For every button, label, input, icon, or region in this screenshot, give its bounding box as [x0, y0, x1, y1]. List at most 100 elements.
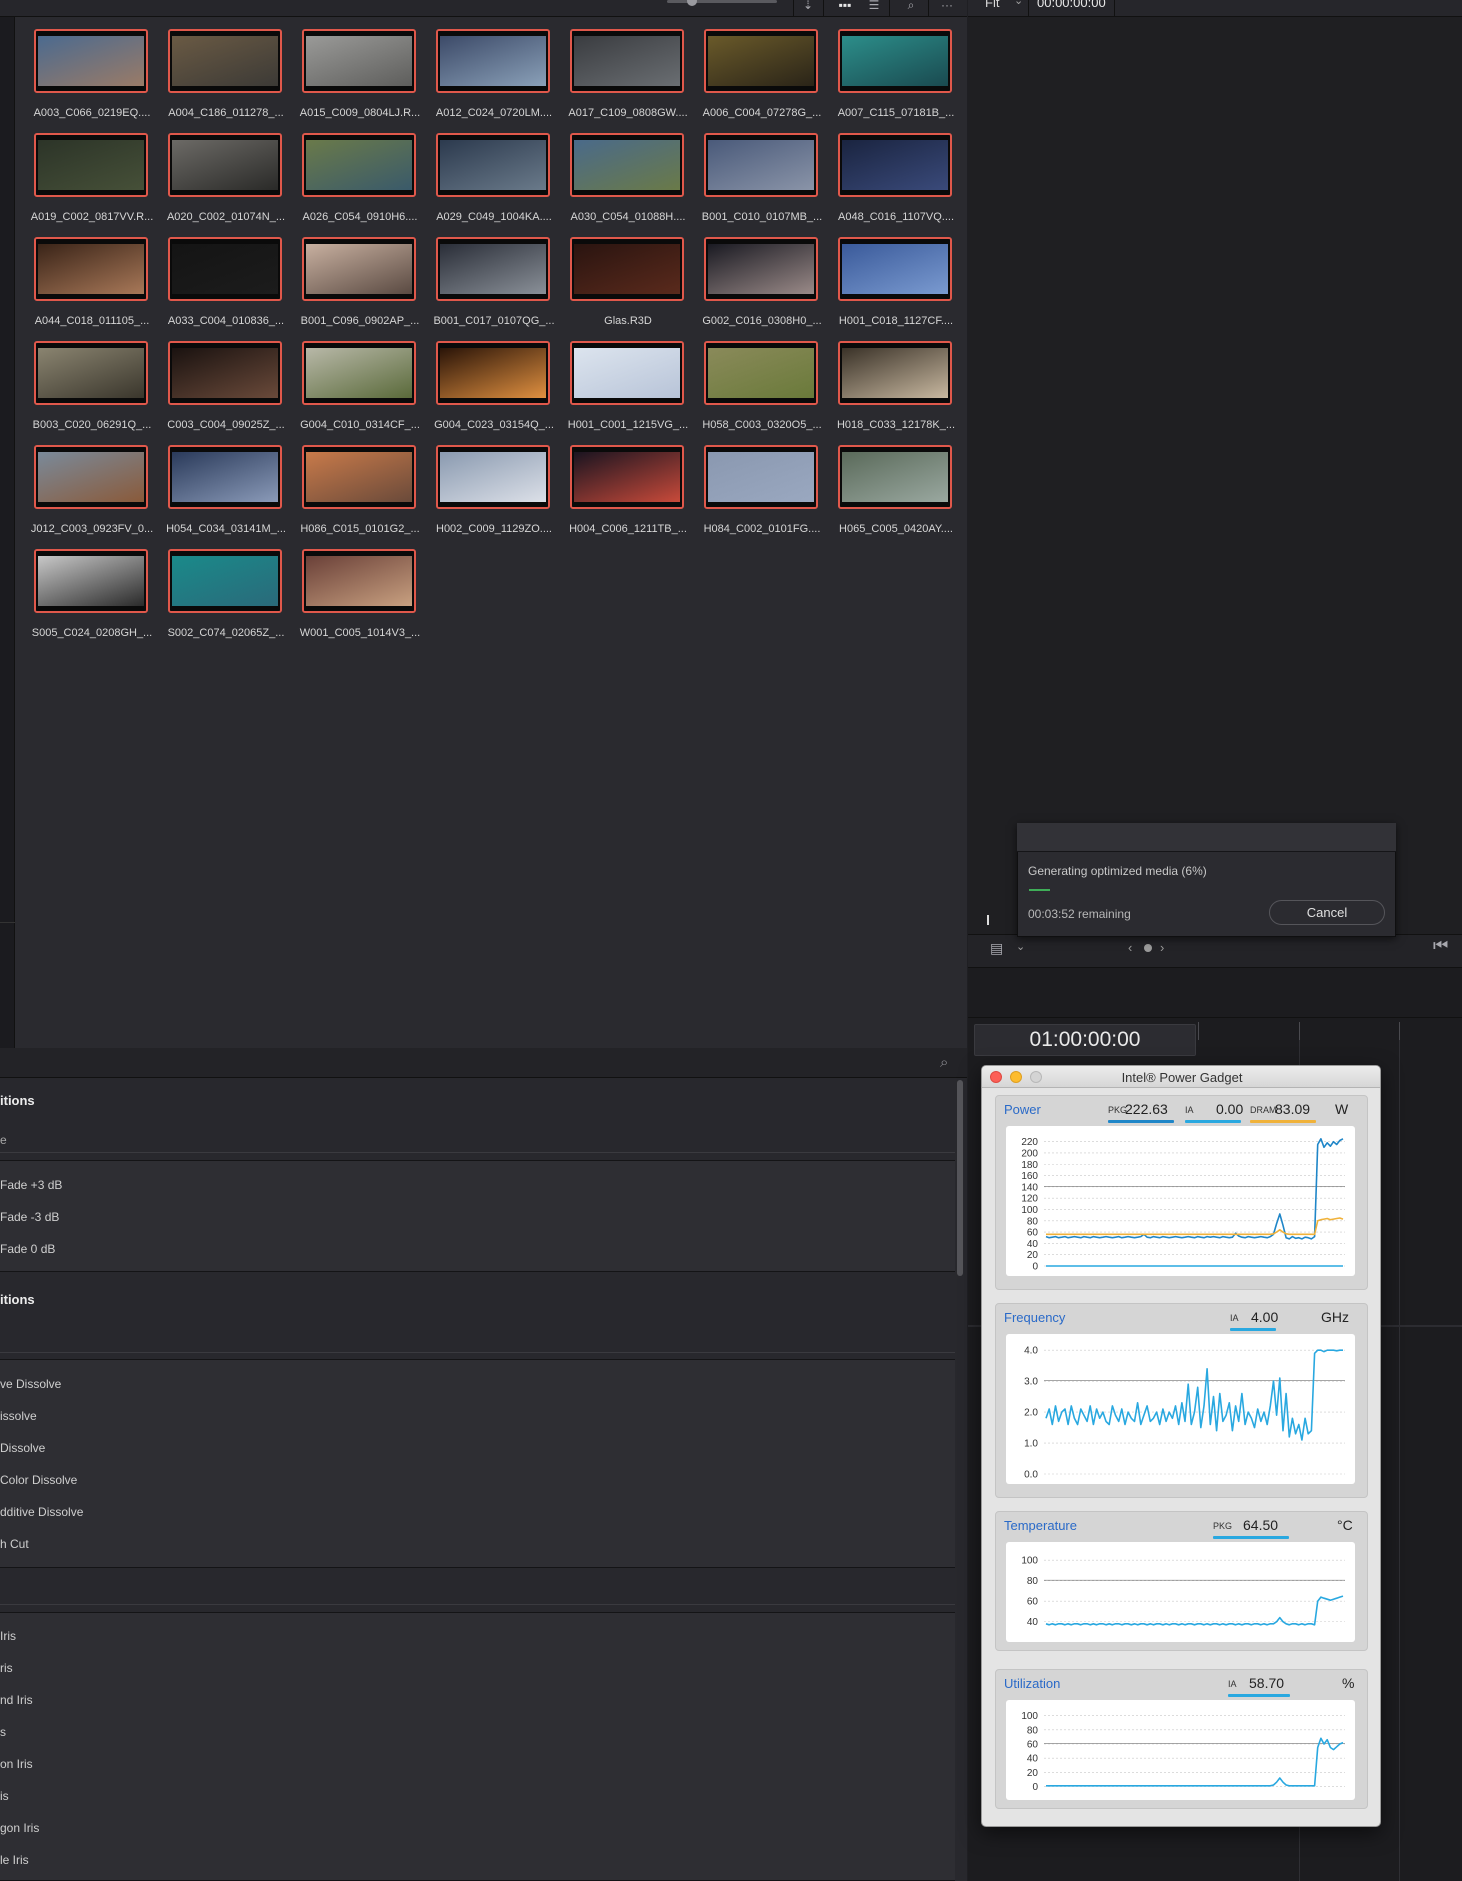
media-clip[interactable]: H084_C002_0101FG.... [687, 433, 821, 535]
clip-thumbnail[interactable] [704, 341, 818, 405]
effect-item[interactable]: ve Dissolve [0, 1377, 955, 1391]
go-to-start-icon[interactable]: ⏮ [1433, 936, 1448, 956]
media-clip[interactable]: Glas.R3D [553, 225, 687, 327]
clip-thumbnail[interactable] [34, 133, 148, 197]
media-clip[interactable]: H054_C034_03141M_... [151, 433, 286, 535]
clip-thumbnail[interactable] [704, 29, 818, 93]
timeline-timecode[interactable]: 01:00:00:00 [974, 1024, 1196, 1056]
media-clip[interactable]: A003_C066_0219EQ.... [17, 17, 151, 119]
dialog-titlebar[interactable] [1017, 823, 1396, 852]
media-clip[interactable]: A017_C109_0808GW.... [553, 17, 688, 119]
clip-thumbnail[interactable] [34, 237, 148, 301]
clip-thumbnail[interactable] [570, 29, 684, 93]
clip-thumbnail[interactable] [34, 549, 148, 613]
effects-scrollbar[interactable] [957, 1080, 963, 1276]
media-clip[interactable]: H004_C006_1211TB_... [553, 433, 687, 535]
effect-item[interactable]: dditive Dissolve [0, 1505, 955, 1519]
clip-thumbnail[interactable] [838, 341, 952, 405]
effect-item[interactable]: on Iris [0, 1757, 955, 1771]
media-clip[interactable]: A048_C016_1107VQ.... [821, 121, 955, 223]
media-clip[interactable]: C003_C004_09025Z_... [151, 329, 285, 431]
chevron-down-icon[interactable]: ⌄ [1014, 0, 1023, 7]
clip-thumbnail[interactable] [436, 133, 550, 197]
clip-thumbnail[interactable] [168, 133, 282, 197]
media-clip[interactable]: S002_C074_02065Z_... [151, 537, 285, 639]
media-clip[interactable]: B001_C017_0107QG_... [419, 225, 555, 327]
clip-thumbnail[interactable] [838, 133, 952, 197]
media-clip[interactable]: H086_C015_0101G2_... [285, 433, 420, 535]
clip-thumbnail[interactable] [302, 133, 416, 197]
media-clip[interactable]: A030_C054_01088H.... [553, 121, 687, 223]
clip-thumbnail[interactable] [570, 133, 684, 197]
media-clip[interactable]: H001_C018_1127CF.... [821, 225, 955, 327]
media-clip[interactable]: W001_C005_1014V3_... [285, 537, 420, 639]
clip-thumbnail[interactable] [704, 445, 818, 509]
effect-item[interactable]: s [0, 1725, 955, 1739]
media-clip[interactable]: H001_C001_1215VG_... [553, 329, 688, 431]
zoom-fit-dropdown[interactable]: Fit [985, 0, 999, 10]
clip-thumbnail[interactable] [838, 29, 952, 93]
media-clip[interactable]: A020_C002_01074N_... [151, 121, 285, 223]
chevron-right-icon[interactable]: › [1160, 940, 1164, 955]
effect-item[interactable]: Fade +3 dB [0, 1178, 955, 1192]
media-clip[interactable]: B003_C020_06291Q_... [17, 329, 151, 431]
clip-thumbnail[interactable] [34, 445, 148, 509]
media-clip[interactable]: A006_C004_07278G_... [687, 17, 821, 119]
media-clip[interactable]: H018_C033_12178K_... [821, 329, 955, 431]
media-clip[interactable]: H058_C003_0320O5_... [687, 329, 822, 431]
clip-thumbnail[interactable] [302, 341, 416, 405]
media-clip[interactable]: A015_C009_0804LJ.R... [285, 17, 420, 119]
media-clip[interactable]: J012_C003_0923FV_0... [17, 433, 153, 535]
effect-item[interactable]: ris [0, 1661, 955, 1675]
effect-item[interactable]: Color Dissolve [0, 1473, 955, 1487]
effect-item[interactable]: gon Iris [0, 1821, 955, 1835]
clip-thumbnail[interactable] [570, 341, 684, 405]
effect-item[interactable]: Fade 0 dB [0, 1242, 955, 1256]
clip-thumbnail[interactable] [302, 237, 416, 301]
audio-transitions-heading[interactable]: itions [0, 1093, 35, 1108]
media-clip[interactable]: H002_C009_1129ZO.... [419, 433, 553, 535]
clip-thumbnail[interactable] [168, 549, 282, 613]
list-view-icon[interactable]: ☰ [865, 0, 883, 14]
more-icon[interactable]: ··· [938, 0, 956, 14]
audio-subgroup-label[interactable]: e [0, 1133, 955, 1147]
media-clip[interactable]: A033_C004_010836_... [151, 225, 285, 327]
clip-thumbnail[interactable] [436, 237, 550, 301]
search-icon[interactable]: ⌕ [940, 1054, 948, 1071]
clip-thumbnail[interactable] [838, 237, 952, 301]
clip-thumbnail[interactable] [302, 549, 416, 613]
clip-thumbnail[interactable] [436, 445, 550, 509]
video-transitions-heading[interactable]: itions [0, 1292, 35, 1307]
effect-item[interactable]: Dissolve [0, 1441, 955, 1455]
chevron-down-icon[interactable]: ⌄ [1016, 940, 1025, 953]
effect-item[interactable]: nd Iris [0, 1693, 955, 1707]
media-clip[interactable]: S005_C024_0208GH_... [17, 537, 152, 639]
search-icon[interactable]: ⌕ [902, 0, 920, 14]
clip-thumbnail[interactable] [168, 341, 282, 405]
chevron-left-icon[interactable]: ‹ [1128, 940, 1132, 955]
clip-thumbnail[interactable] [838, 445, 952, 509]
media-clip[interactable]: A012_C024_0720LM.... [419, 17, 553, 119]
media-clip[interactable]: A044_C018_011105_... [17, 225, 151, 327]
source-viewer[interactable] [968, 17, 1462, 959]
clip-thumbnail[interactable] [570, 237, 684, 301]
media-clip[interactable]: B001_C010_0107MB_... [687, 121, 822, 223]
effect-item[interactable]: le Iris [0, 1853, 955, 1867]
clip-thumbnail[interactable] [34, 29, 148, 93]
media-clip[interactable]: B001_C096_0902AP_... [285, 225, 419, 327]
media-clip[interactable]: A019_C002_0817VV.R... [17, 121, 153, 223]
cancel-button[interactable]: Cancel [1269, 900, 1385, 925]
effect-item[interactable]: Fade -3 dB [0, 1210, 955, 1224]
clip-thumbnail[interactable] [302, 445, 416, 509]
clip-thumbnail[interactable] [168, 237, 282, 301]
clip-thumbnail[interactable] [436, 29, 550, 93]
clip-thumbnail[interactable] [570, 445, 684, 509]
effect-item[interactable]: issolve [0, 1409, 955, 1423]
thumbnail-size-slider[interactable] [667, 0, 777, 3]
media-clip[interactable]: A007_C115_07181B_... [821, 17, 955, 119]
clip-thumbnail[interactable] [34, 341, 148, 405]
effect-item[interactable]: Iris [0, 1629, 955, 1643]
effect-item[interactable]: is [0, 1789, 955, 1803]
media-clip[interactable]: G004_C023_03154Q_... [419, 329, 554, 431]
media-clip[interactable]: A004_C186_011278_... [151, 17, 285, 119]
